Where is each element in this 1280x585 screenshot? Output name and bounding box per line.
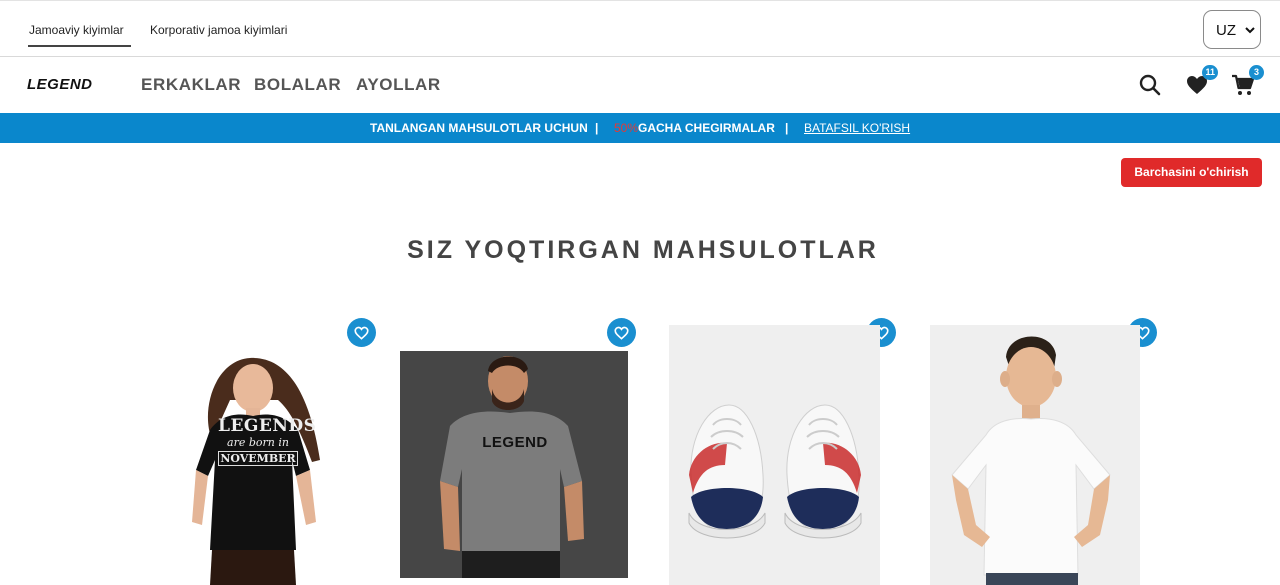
product-print-text: LEGEND — [482, 434, 548, 451]
nav-item-men[interactable]: ERKAKLAR — [141, 75, 241, 95]
search-icon — [1139, 74, 1161, 96]
product-image-boy-tshirt[interactable] — [930, 325, 1140, 585]
promo-discount-text: GACHA CHEGIRMALAR — [638, 121, 775, 135]
wishlist-button[interactable]: 11 — [1185, 65, 1218, 97]
clear-all-button[interactable]: Barchasini o'chirish — [1121, 158, 1262, 187]
brand-logo[interactable]: LEGEND — [27, 76, 93, 93]
cart-button[interactable]: 3 — [1231, 65, 1264, 97]
promo-text: TANLANGAN MAHSULOTLAR UCHUN — [370, 121, 588, 135]
product-photo — [688, 404, 862, 539]
print-line: LEGENDS — [218, 416, 317, 436]
chevron-down-icon — [1245, 27, 1255, 34]
page-title: SIZ YOQTIRGAN MAHSULOTLAR — [407, 236, 879, 264]
print-line: are born in — [227, 436, 289, 449]
link-corporate-apparel[interactable]: Korporativ jamoa kiyimlari — [150, 23, 287, 37]
promo-separator: | — [785, 121, 789, 135]
cart-count-badge: 3 — [1249, 65, 1264, 80]
top-bar: Jamoaviy kiyimlar Korporativ jamoa kiyim… — [0, 0, 1280, 57]
product-image-sneakers[interactable] — [669, 325, 880, 585]
print-line: NOVEMBER — [218, 451, 298, 466]
favorite-toggle-button[interactable] — [347, 318, 376, 347]
heart-outline-icon — [354, 326, 369, 340]
language-select[interactable]: UZ — [1203, 10, 1261, 49]
main-nav: LEGEND ERKAKLAR BOLALAR AYOLLAR 11 3 — [0, 57, 1280, 113]
nav-item-kids[interactable]: BOLALAR — [254, 75, 341, 95]
product-photo — [440, 356, 584, 578]
nav-item-women[interactable]: AYOLLAR — [356, 75, 441, 95]
product-print-text: LEGENDS are born in NOVEMBER — [218, 416, 317, 466]
active-link-underline — [28, 45, 131, 47]
promo-banner: TANLANGAN MAHSULOTLAR UCHUN | 50% GACHA … — [0, 113, 1280, 143]
promo-separator: | — [595, 121, 599, 135]
promo-percent: 50% — [614, 121, 639, 135]
link-team-apparel[interactable]: Jamoaviy kiyimlar — [29, 23, 124, 37]
product-photo — [192, 357, 320, 585]
heart-outline-icon — [614, 326, 629, 340]
product-image-men-tshirt[interactable]: LEGEND — [400, 351, 628, 578]
search-button[interactable] — [1138, 73, 1162, 97]
language-value: UZ — [1216, 22, 1236, 39]
promo-details-link[interactable]: BATAFSIL KO'RISH — [804, 121, 910, 135]
wishlist-count-badge: 11 — [1202, 65, 1218, 80]
product-image-women-tshirt[interactable]: LEGENDS are born in NOVEMBER — [160, 350, 346, 585]
favorite-toggle-button[interactable] — [607, 318, 636, 347]
product-photo — [951, 336, 1111, 585]
